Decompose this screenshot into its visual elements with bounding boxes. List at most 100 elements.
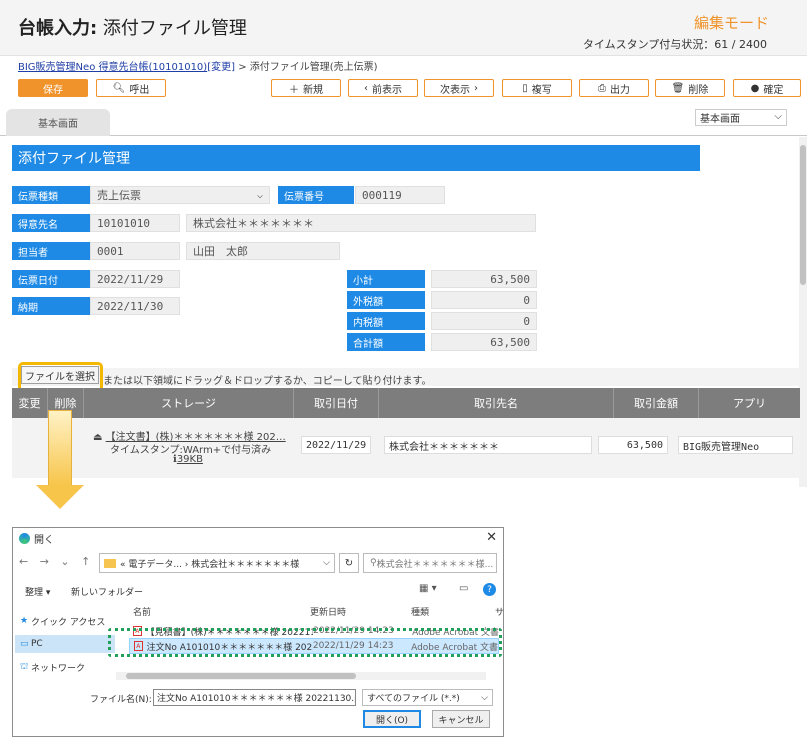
- voucher-type-select[interactable]: 売上伝票 ⌵: [90, 186, 270, 204]
- save-button[interactable]: 保存: [18, 79, 88, 97]
- close-icon[interactable]: ✕: [486, 530, 497, 545]
- subtotal-field: 63,500: [431, 270, 537, 288]
- recall-button[interactable]: 🔍︎ 呼出: [96, 79, 166, 97]
- chevron-right-icon: ›: [474, 82, 478, 94]
- tab-basic[interactable]: 基本画面: [6, 109, 110, 136]
- app-header: 台帳入力: 添付ファイル管理 編集モード タイムスタンプ付与状況：61 / 24…: [0, 0, 807, 56]
- filetype-select[interactable]: すべてのファイル (*.*) ⌵: [362, 689, 493, 706]
- voucher-type-label: 伝票種類: [12, 186, 90, 204]
- pdf-icon: A: [134, 641, 143, 651]
- amount-field[interactable]: 63,500: [598, 436, 668, 454]
- total-label: 合計額: [347, 333, 425, 351]
- col-change: 変更: [12, 388, 48, 418]
- dialog-search-input[interactable]: ⚲ 株式会社＊＊＊＊＊＊＊様...: [363, 553, 497, 573]
- tax-excluded-label: 外税額: [347, 291, 425, 309]
- open-button[interactable]: 開く(O): [363, 710, 421, 728]
- delete-button[interactable]: 🗑︎ 削除: [655, 79, 725, 97]
- attachment-table-header: 変更 削除 ストレージ 取引日付 取引先名 取引金額 アプリ: [12, 388, 800, 418]
- breadcrumb-ledger-link[interactable]: BIG販売管理Neo 得意先台帳(10101010): [18, 62, 207, 73]
- sidebar-item-pc[interactable]: ▭ PC: [15, 635, 115, 653]
- drop-hint: または以下領域にドラッグ＆ドロップするか、コピーして貼り付けます。: [103, 376, 432, 387]
- col-size[interactable]: サ: [495, 605, 504, 618]
- pdf-icon: A: [133, 626, 142, 636]
- prev-button[interactable]: ‹ 前表示: [348, 79, 418, 97]
- col-amount: 取引金額: [614, 388, 699, 418]
- subtotal-label: 小計: [347, 270, 425, 288]
- filename-label: ファイル名(N):: [90, 695, 152, 705]
- refresh-icon[interactable]: ↻: [339, 553, 359, 573]
- choose-file-button[interactable]: ファイルを選択: [21, 366, 99, 384]
- trade-date-field[interactable]: 2022/11/29: [301, 436, 371, 454]
- staff-name-field[interactable]: 山田 太郎: [186, 242, 340, 260]
- cancel-button[interactable]: キャンセル: [432, 710, 490, 728]
- down-arrow-head: [36, 485, 84, 509]
- app-field[interactable]: BIG販売管理Neo: [678, 436, 793, 454]
- view-select[interactable]: 基本画面 ⌵: [695, 109, 787, 126]
- vertical-scrollbar[interactable]: [799, 137, 807, 487]
- dialog-nav-buttons[interactable]: ← → ⌄ ↑: [19, 555, 94, 568]
- tab-bar: 基本画面: [0, 100, 807, 136]
- list-item-selected[interactable]: A 注文No A101010＊＊＊＊＊＊＊様 2022… 2022/11/29 14…: [129, 638, 499, 654]
- sidebar-item-quick-access[interactable]: ★ クイック アクセス: [15, 612, 115, 630]
- col-name[interactable]: 名前: [133, 605, 151, 618]
- view-options-icon[interactable]: ▦ ▾: [419, 583, 437, 594]
- tax-included-field: 0: [431, 312, 537, 330]
- col-app: アプリ: [733, 397, 766, 410]
- dialog-titlebar: 開く: [13, 528, 503, 548]
- chevron-down-icon: ⌵: [323, 558, 330, 568]
- address-bar[interactable]: « 電子データ... › 株式会社＊＊＊＊＊＊＊様 ⌵: [99, 553, 335, 573]
- partner-field[interactable]: 株式会社＊＊＊＊＊＊＊: [384, 436, 592, 454]
- check-circle-icon: ●: [750, 82, 760, 94]
- breadcrumb-change-link[interactable]: [変更]: [207, 62, 235, 73]
- date-label: 伝票日付: [12, 270, 90, 288]
- filename-input[interactable]: 注文No A101010＊＊＊＊＊＊＊様 20221130.pdf: [153, 689, 356, 706]
- organize-menu[interactable]: 整理 ▾: [25, 585, 50, 598]
- new-button[interactable]: ＋新規: [271, 79, 341, 97]
- col-partner: 取引先名: [379, 388, 614, 418]
- customer-code-field[interactable]: 10101010: [90, 214, 180, 232]
- folder-icon: [104, 558, 116, 568]
- voucher-no-label: 伝票番号: [278, 186, 354, 204]
- total-field: 63,500: [431, 333, 537, 351]
- search-icon: ⚲: [370, 558, 377, 568]
- horizontal-scrollbar[interactable]: [116, 672, 486, 680]
- date-field[interactable]: 2022/11/29: [90, 270, 180, 288]
- plus-icon: ＋: [289, 84, 299, 96]
- page-title: 台帳入力: 添付ファイル管理: [18, 18, 247, 39]
- timestamp-status: タイムスタンプ付与状況：61 / 2400: [582, 38, 767, 51]
- print-icon: ⎙: [598, 82, 606, 94]
- new-folder-button[interactable]: 新しいフォルダー: [71, 585, 143, 598]
- staff-code-field[interactable]: 0001: [90, 242, 180, 260]
- chevron-down-icon: ⌵: [481, 692, 488, 703]
- monitor-icon: ▭: [20, 639, 29, 649]
- chevron-left-icon: ‹: [364, 82, 368, 94]
- next-button[interactable]: 次表示 ›: [424, 79, 494, 97]
- chevron-down-icon: ⌵: [774, 111, 782, 122]
- due-field[interactable]: 2022/11/30: [90, 297, 180, 315]
- voucher-no-field[interactable]: 000119: [355, 186, 445, 204]
- staff-label: 担当者: [12, 242, 90, 260]
- copy-button[interactable]: ▯ 複写: [502, 79, 572, 97]
- section-title: 添付ファイル管理: [12, 145, 700, 171]
- col-trade-date: 取引日付: [294, 388, 379, 418]
- search-icon: 🔍︎: [112, 82, 126, 94]
- customer-label: 得意先名: [12, 214, 90, 232]
- preview-pane-icon[interactable]: ▭: [459, 583, 468, 594]
- sidebar-item-network[interactable]: ⛫ ネットワーク: [15, 658, 115, 676]
- copy-icon: ▯: [522, 82, 528, 94]
- due-label: 納期: [12, 297, 90, 315]
- network-icon: ⛫: [20, 661, 29, 672]
- col-modified[interactable]: 更新日時: [310, 605, 346, 618]
- tax-excluded-field: 0: [431, 291, 537, 309]
- edge-browser-icon: [19, 532, 30, 544]
- output-button[interactable]: ⎙ 出力: [579, 79, 649, 97]
- chevron-down-icon: ⌵: [256, 189, 263, 201]
- customer-name-field[interactable]: 株式会社＊＊＊＊＊＊＊: [186, 214, 536, 232]
- confirm-button[interactable]: ● 確定: [733, 79, 801, 97]
- file-size[interactable]: ℹ39KB: [173, 454, 203, 465]
- star-icon: ★: [20, 616, 29, 626]
- tax-included-label: 内税額: [347, 312, 425, 330]
- col-type[interactable]: 種類: [411, 605, 429, 618]
- help-icon[interactable]: ?: [483, 583, 496, 596]
- list-item[interactable]: A 【見積書】(株)＊＊＊＊＊＊＊様 20221115 2022/11/29 14:…: [129, 623, 499, 639]
